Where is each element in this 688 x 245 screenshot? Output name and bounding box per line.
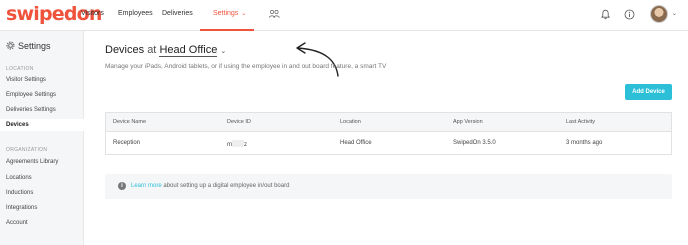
sidebar-title: Settings bbox=[6, 41, 51, 51]
column-header-last-activity[interactable]: Last Activity bbox=[566, 119, 595, 125]
cell-location: Head Office bbox=[340, 140, 372, 146]
info-banner: i Learn more about setting up a digital … bbox=[105, 174, 672, 199]
page-subtitle: Manage your iPads, Android tablets, or i… bbox=[105, 63, 387, 70]
learn-more-link[interactable]: Learn more bbox=[131, 183, 162, 189]
cell-device-name: Reception bbox=[113, 140, 141, 146]
nav-employees[interactable]: Employees bbox=[118, 10, 153, 17]
column-header-location[interactable]: Location bbox=[340, 119, 361, 125]
nav-settings[interactable]: Settings ⌄ bbox=[213, 10, 246, 17]
sidebar-item-locations[interactable]: Locations bbox=[6, 175, 32, 181]
devices-table: Device Name Device ID Location App Versi… bbox=[105, 112, 672, 155]
chevron-down-icon: ⌄ bbox=[241, 11, 247, 17]
info-icon: i bbox=[118, 182, 126, 190]
device-id-end: z bbox=[244, 142, 247, 148]
column-header-device-name[interactable]: Device Name bbox=[113, 119, 146, 125]
user-avatar[interactable] bbox=[650, 5, 668, 23]
nav-settings-label: Settings bbox=[213, 10, 239, 17]
cell-last-activity: 3 months ago bbox=[566, 140, 603, 146]
page-title: Devices at Head Office ⌄ bbox=[105, 44, 226, 57]
location-selector[interactable]: Head Office bbox=[159, 44, 218, 57]
nav-visitors[interactable]: Visitors bbox=[81, 10, 104, 17]
add-device-button[interactable]: Add Device bbox=[625, 84, 672, 100]
chevron-down-icon[interactable]: ⌄ bbox=[220, 48, 226, 55]
table-header: Device Name Device ID Location App Versi… bbox=[106, 113, 671, 132]
settings-sidebar: Settings LOCATION Visitor Settings Emplo… bbox=[0, 31, 84, 245]
chevron-down-icon[interactable]: ⌄ bbox=[672, 10, 677, 17]
gear-icon bbox=[6, 41, 15, 50]
sidebar-item-integrations[interactable]: Integrations bbox=[6, 205, 37, 211]
cell-device-id: mz bbox=[227, 140, 247, 148]
sidebar-section-location: LOCATION bbox=[6, 66, 34, 72]
sidebar-item-visitor-settings[interactable]: Visitor Settings bbox=[6, 77, 46, 83]
info-circle-icon[interactable] bbox=[624, 9, 635, 20]
column-header-device-id[interactable]: Device ID bbox=[227, 119, 251, 125]
page-title-at: at bbox=[147, 44, 157, 56]
cell-app-version: SwipedOn 3.5.0 bbox=[453, 140, 496, 146]
sidebar-section-organization: ORGANIZATION bbox=[6, 147, 48, 153]
main-content: Devices at Head Office ⌄ Manage your iPad… bbox=[84, 31, 688, 245]
bell-icon[interactable] bbox=[600, 9, 611, 20]
info-banner-text: Learn more about setting up a digital em… bbox=[131, 183, 289, 189]
people-icon[interactable] bbox=[268, 9, 280, 19]
sidebar-item-account[interactable]: Account bbox=[6, 220, 28, 226]
sidebar-item-agreements-library[interactable]: Agreements Library bbox=[6, 159, 58, 165]
info-banner-message: about setting up a digital employee in/o… bbox=[161, 183, 290, 189]
page-title-text: Devices bbox=[105, 44, 145, 56]
nav-deliveries[interactable]: Deliveries bbox=[162, 10, 193, 17]
redacted-block bbox=[232, 140, 244, 147]
sidebar-item-employee-settings[interactable]: Employee Settings bbox=[6, 92, 56, 98]
annotation-arrow-icon bbox=[296, 42, 339, 77]
sidebar-item-inductions[interactable]: Inductions bbox=[6, 190, 33, 196]
column-header-app-version[interactable]: App Version bbox=[453, 119, 483, 125]
top-navbar: swipedon Visitors Employees Deliveries S… bbox=[0, 0, 688, 31]
sidebar-title-label: Settings bbox=[18, 41, 51, 51]
sidebar-item-deliveries-settings[interactable]: Deliveries Settings bbox=[6, 107, 56, 113]
sidebar-item-devices[interactable]: Devices bbox=[6, 122, 29, 128]
